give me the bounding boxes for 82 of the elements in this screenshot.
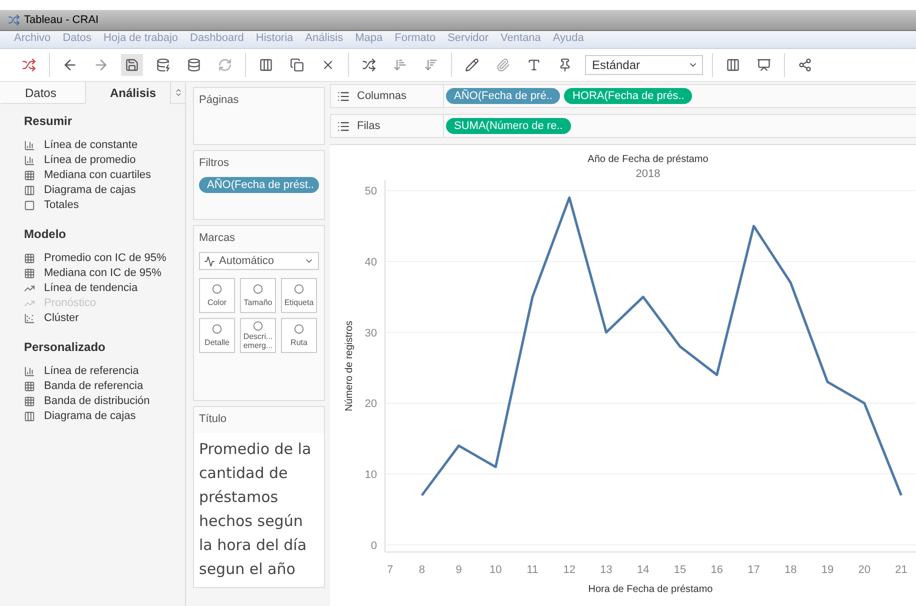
analytics-icon — [24, 200, 35, 210]
analytics-icon — [24, 170, 35, 180]
x-tick-label: 20 — [858, 564, 870, 576]
x-tick-label: 13 — [600, 564, 612, 576]
analytics-item[interactable]: Mediana con IC de 95% — [24, 267, 185, 279]
analytics-item[interactable]: Diagrama de cajas — [24, 410, 185, 422]
card-title: Marcas — [199, 232, 236, 244]
mark-icon — [212, 324, 222, 334]
section-title: Modelo — [24, 227, 67, 241]
mark-property-button[interactable]: Detalle — [199, 318, 235, 353]
analytics-icon — [24, 410, 35, 422]
analytics-item[interactable]: Clúster — [24, 312, 185, 324]
x-tick-label: 19 — [821, 564, 834, 576]
sheet-title-text: Promedio de la cantidad de préstamos hechos según la hora del día segun el año — [194, 433, 324, 587]
y-tick-label: 20 — [364, 398, 377, 410]
analytics-icon — [24, 140, 35, 150]
analytics-icon — [24, 396, 35, 406]
analytics-item[interactable]: Línea de referencia — [24, 365, 185, 377]
shelf-icon — [337, 120, 350, 132]
x-tick-label: 10 — [490, 564, 502, 576]
analytics-icon — [24, 380, 35, 392]
header-value: 2018 — [636, 168, 660, 180]
analytics-icon — [24, 184, 35, 196]
save-icon[interactable] — [121, 54, 143, 76]
x-tick-label: 8 — [418, 564, 425, 576]
fit-dropdown[interactable]: Estándar — [585, 55, 703, 75]
mark-type-dropdown[interactable]: Automático — [199, 252, 319, 270]
header-title: Año de Fecha de préstamo — [588, 154, 708, 165]
shelf-label: Columnas — [357, 90, 407, 102]
analytics-item[interactable]: Totales — [24, 199, 185, 211]
x-tick-label: 16 — [710, 564, 723, 576]
y-tick-label: 0 — [370, 540, 377, 552]
y-tick-label: 10 — [364, 469, 377, 482]
line-icon — [204, 256, 215, 266]
mark-property-button[interactable]: Tamaño — [240, 278, 276, 313]
mark-icon — [294, 284, 304, 294]
app-logo-icon — [8, 14, 20, 26]
analytics-item[interactable]: Banda de distribución — [24, 395, 185, 407]
analytics-icon — [24, 312, 35, 324]
analytics-item[interactable]: Línea de constante — [24, 139, 185, 151]
section-title: Resumir — [24, 114, 74, 128]
analytics-item[interactable]: Diagrama de cajas — [24, 184, 185, 196]
y-tick-label: 30 — [364, 327, 377, 340]
x-tick-label: 18 — [784, 564, 797, 576]
mark-property-button[interactable]: Etiqueta — [281, 278, 317, 313]
card-title: Páginas — [199, 94, 240, 106]
x-axis-title: Hora de Fecha de préstamo — [588, 584, 713, 595]
analytics-icon — [24, 366, 35, 376]
mark-property-button[interactable]: Descri... emerg... — [240, 318, 276, 353]
mark-icon — [294, 324, 304, 334]
shelf-icon — [337, 90, 350, 102]
analytics-item[interactable]: Banda de referencia — [24, 380, 185, 392]
x-tick-label: 12 — [563, 564, 576, 576]
card-title: Título — [199, 413, 228, 425]
x-tick-label: 7 — [386, 564, 394, 576]
card-title: Filtros — [199, 157, 230, 169]
analytics-item[interactable]: Promedio con IC de 95% — [24, 252, 185, 264]
y-tick-label: 40 — [364, 256, 377, 268]
x-tick-label: 15 — [674, 564, 686, 576]
shelf-label: Filas — [357, 120, 380, 132]
analytics-icon — [24, 252, 35, 264]
mark-property-button[interactable]: Ruta — [281, 318, 317, 353]
mark-icon — [212, 284, 222, 294]
mark-icon — [253, 284, 263, 294]
y-axis-title: Número de registros — [344, 320, 355, 412]
x-tick-label: 17 — [748, 564, 760, 576]
mark-property-button[interactable]: Color — [199, 278, 235, 313]
analytics-item[interactable]: Mediana con cuartiles — [24, 169, 185, 181]
section-title: Personalizado — [24, 340, 106, 354]
window-title: Tableau - CRAI — [24, 14, 99, 26]
sort-icon[interactable] — [174, 88, 182, 97]
y-tick-label: 50 — [364, 186, 377, 198]
analytics-item[interactable]: Línea de promedio — [24, 154, 185, 166]
x-tick-label: 11 — [526, 564, 538, 576]
x-tick-label: 21 — [895, 564, 908, 576]
analytics-icon — [24, 154, 35, 166]
x-tick-label: 9 — [456, 564, 462, 576]
mark-icon — [253, 320, 263, 331]
analytics-item[interactable]: Línea de tendencia — [24, 282, 185, 294]
analytics-icon — [24, 268, 35, 278]
x-tick-label: 14 — [637, 564, 650, 576]
panel-tab[interactable]: Datos — [0, 82, 85, 104]
